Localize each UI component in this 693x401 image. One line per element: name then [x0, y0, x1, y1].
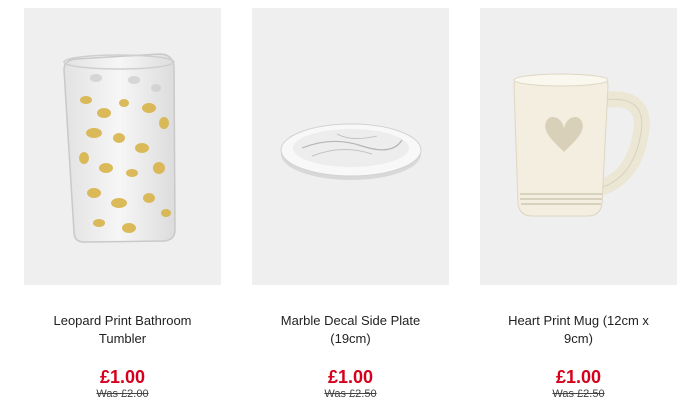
was-price: Was £2.50 [552, 388, 605, 400]
sale-price: £1.00 [327, 367, 374, 387]
sale-price: £1.00 [555, 367, 602, 387]
product-name[interactable]: Marble Decal Side Plate (19cm) [252, 312, 449, 352]
product-card-marble-plate[interactable]: Marble Decal Side Plate (19cm) £1.00 Was… [252, 8, 449, 401]
product-card-leopard-tumbler[interactable]: Leopard Print Bathroom Tumbler £1.00 Was… [24, 8, 221, 401]
product-image-marble-plate[interactable] [252, 8, 449, 285]
product-name[interactable]: Leopard Print Bathroom Tumbler [24, 312, 221, 352]
was-price: Was £2.50 [324, 388, 377, 400]
was-price: Was £2.00 [96, 388, 149, 400]
product-image-leopard-tumbler[interactable] [24, 8, 221, 285]
product-name[interactable]: Heart Print Mug (12cm x 9cm) [480, 312, 677, 352]
product-grid: Leopard Print Bathroom Tumbler £1.00 Was… [0, 0, 693, 401]
product-image-heart-mug[interactable] [480, 8, 677, 285]
sale-price: £1.00 [99, 367, 146, 387]
product-card-heart-mug[interactable]: Heart Print Mug (12cm x 9cm) £1.00 Was £… [480, 8, 677, 401]
